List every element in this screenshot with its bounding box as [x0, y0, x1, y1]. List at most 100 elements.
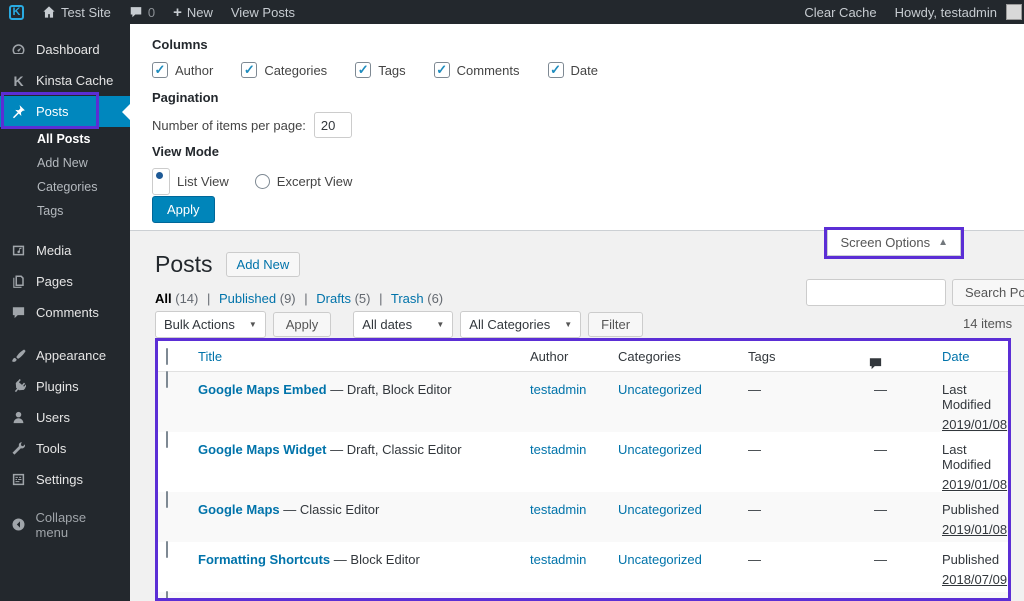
row-checkbox[interactable] — [166, 591, 168, 598]
search-input[interactable] — [806, 279, 946, 306]
pagination-heading: Pagination — [152, 90, 219, 105]
sidebar-item-settings[interactable]: Settings — [0, 464, 130, 495]
row-checkbox[interactable] — [166, 371, 168, 388]
filter-separator: | — [304, 291, 308, 306]
settings-icon — [10, 472, 27, 487]
post-title-link[interactable]: Google Maps Embed — [198, 382, 327, 397]
bulk-actions-select[interactable]: Bulk Actions ▼ — [155, 311, 266, 338]
category-link[interactable]: Uncategorized — [618, 442, 702, 457]
kinsta-cache-icon: K — [13, 72, 24, 89]
screen-options-panel: Columns ✓ Author ✓ Categories ✓ Tags ✓ C… — [130, 24, 1024, 231]
sidebar-item-appearance[interactable]: Appearance — [0, 340, 130, 371]
checkbox-label-author: Author — [175, 62, 214, 78]
radio-label-excerpt-view: Excerpt View — [276, 174, 353, 189]
search-posts-button[interactable]: Search Posts — [952, 279, 1024, 306]
kinsta-logo-icon: K — [9, 4, 24, 20]
posts-header: Posts Add New — [155, 250, 301, 279]
post-title-link[interactable]: Google Maps Widget — [198, 442, 326, 457]
author-link[interactable]: testadmin — [530, 442, 586, 457]
comments-menu[interactable]: 0 — [120, 0, 164, 24]
bulk-apply-button[interactable]: Apply — [272, 312, 332, 337]
sidebar-item-plugins[interactable]: Plugins — [0, 371, 130, 402]
select-arrow-icon: ▼ — [436, 320, 445, 329]
view-posts-menu[interactable]: View Posts — [222, 0, 304, 24]
my-account-menu[interactable]: Howdy, testadmin — [886, 0, 1024, 24]
post-state: — Block Editor — [333, 552, 420, 567]
comments-value: — — [874, 502, 887, 517]
checkbox-checked-icon: ✓ — [547, 62, 564, 78]
filter-count-drafts: (5) — [354, 291, 371, 306]
author-link[interactable]: testadmin — [530, 552, 586, 567]
items-per-page-input[interactable] — [313, 112, 352, 138]
sidebar-label-posts: Posts — [36, 104, 69, 119]
row-checkbox[interactable] — [166, 431, 168, 448]
checkbox-tags[interactable]: ✓ Tags — [355, 62, 406, 78]
sidebar-item-tools[interactable]: Tools — [0, 433, 130, 464]
checkbox-date[interactable]: ✓ Date — [547, 62, 598, 78]
filter-link-published[interactable]: Published — [219, 291, 276, 306]
filter-button[interactable]: Filter — [588, 312, 644, 337]
submenu-item-add-new[interactable]: Add New — [0, 151, 130, 175]
column-header-title[interactable]: Title — [188, 341, 520, 372]
sidebar-item-users[interactable]: Users — [0, 402, 130, 433]
posts-table: Title Author Categories Tags Date Google… — [158, 341, 1008, 598]
filter-link-drafts[interactable]: Drafts — [316, 291, 351, 306]
category-link[interactable]: Uncategorized — [618, 552, 702, 567]
submenu-item-all-posts[interactable]: All Posts — [0, 127, 130, 151]
plus-icon: + — [173, 3, 182, 21]
filter-link-all[interactable]: All — [155, 291, 172, 306]
sidebar-item-dashboard[interactable]: Dashboard — [0, 34, 130, 65]
select-all-checkbox[interactable] — [166, 347, 168, 365]
tools-icon — [10, 441, 27, 456]
table-row: Formatting Shortcuts — Block Editor test… — [158, 541, 1008, 592]
post-title-link[interactable]: Google Maps — [198, 502, 280, 517]
sidebar-label-tools: Tools — [36, 441, 67, 456]
sidebar-item-pages[interactable]: Pages — [0, 266, 130, 297]
post-title-link[interactable]: Formatting Shortcuts — [198, 552, 330, 567]
add-new-button[interactable]: Add New — [225, 252, 301, 277]
sidebar-item-media[interactable]: Media — [0, 235, 130, 266]
sidebar-item-posts[interactable]: Posts — [0, 96, 130, 127]
media-icon — [10, 243, 27, 258]
sidebar-item-kinsta-cache[interactable]: K Kinsta Cache — [0, 65, 130, 96]
category-link[interactable]: Uncategorized — [618, 502, 702, 517]
new-content-menu[interactable]: + New — [164, 0, 222, 24]
post-date: 2019/01/08 — [942, 477, 1008, 492]
status-filter-links: All (14) | Published (9) | Drafts (5) | … — [155, 291, 443, 306]
select-arrow-icon: ▼ — [248, 320, 257, 329]
items-per-page-row: Number of items per page: — [152, 112, 352, 138]
screen-options-apply-button[interactable]: Apply — [152, 196, 215, 223]
row-checkbox[interactable] — [166, 491, 168, 508]
radio-list-view[interactable]: List View — [152, 168, 229, 195]
table-row: Donate — Block Editor testadmin Uncatego… — [158, 591, 1008, 598]
filter-link-trash[interactable]: Trash — [391, 291, 424, 306]
checkbox-author[interactable]: ✓ Author — [152, 62, 213, 78]
checkbox-comments[interactable]: ✓ Comments — [433, 62, 520, 78]
category-link[interactable]: Uncategorized — [618, 382, 702, 397]
dashboard-icon — [10, 42, 27, 57]
author-link[interactable]: testadmin — [530, 382, 586, 397]
row-checkbox[interactable] — [166, 541, 168, 558]
sidebar-label-plugins: Plugins — [36, 379, 79, 394]
filter-separator: | — [207, 291, 211, 306]
sidebar-item-comments[interactable]: Comments — [0, 297, 130, 328]
author-link[interactable]: testadmin — [530, 502, 586, 517]
column-header-tags: Tags — [738, 341, 858, 372]
submenu-item-tags[interactable]: Tags — [0, 199, 130, 223]
clear-cache-button[interactable]: Clear Cache — [795, 0, 885, 24]
column-header-date[interactable]: Date — [932, 341, 1008, 372]
radio-excerpt-view[interactable]: Excerpt View — [254, 174, 353, 189]
site-name-menu[interactable]: Test Site — [33, 0, 120, 24]
comments-value: — — [874, 442, 887, 457]
post-state: — Classic Editor — [283, 502, 380, 517]
all-categories-select[interactable]: All Categories ▼ — [460, 311, 582, 338]
screen-options-tab[interactable]: Screen Options ▲ — [827, 230, 961, 256]
tags-value: — — [748, 442, 761, 457]
all-dates-select[interactable]: All dates ▼ — [353, 311, 454, 338]
checkbox-categories[interactable]: ✓ Categories — [241, 62, 327, 78]
submenu-item-categories[interactable]: Categories — [0, 175, 130, 199]
collapse-menu-button[interactable]: Collapse menu — [0, 509, 130, 540]
wp-logo-menu[interactable]: K — [0, 0, 33, 24]
checkbox-label-categories: Categories — [264, 62, 328, 78]
post-date: 2018/07/09 — [942, 572, 1008, 587]
